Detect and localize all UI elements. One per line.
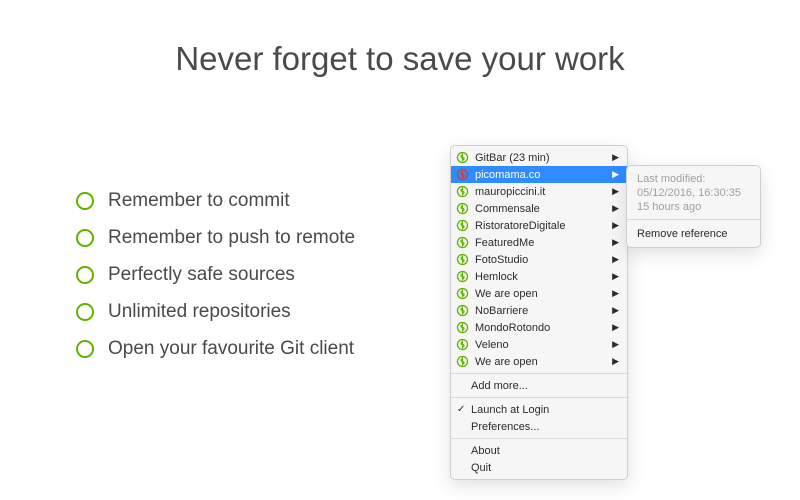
repo-status-icon	[456, 168, 469, 181]
menu-separator	[627, 219, 760, 220]
preferences-item[interactable]: Preferences...	[451, 418, 627, 435]
chevron-right-icon: ▶	[612, 271, 619, 282]
repo-menu-label: Commensale	[475, 203, 612, 215]
page-title: Never forget to save your work	[0, 0, 800, 78]
bullet-icon	[76, 266, 94, 284]
check-icon: ✓	[457, 404, 465, 415]
feature-item: Remember to push to remote	[76, 227, 416, 249]
repo-menu-item[interactable]: We are open▶	[451, 353, 627, 370]
repo-menu: GitBar (23 min)▶ picomama.co▶ mauropicci…	[450, 145, 628, 480]
repo-menu-item[interactable]: Commensale▶	[451, 200, 627, 217]
feature-item: Unlimited repositories	[76, 301, 416, 323]
bullet-icon	[76, 229, 94, 247]
repo-menu-item[interactable]: GitBar (23 min)▶	[451, 149, 627, 166]
repo-menu-item[interactable]: NoBarriere▶	[451, 302, 627, 319]
repo-menu-label: MondoRotondo	[475, 322, 612, 334]
repo-status-icon	[456, 219, 469, 232]
repo-status-icon	[456, 287, 469, 300]
add-more-label: Add more...	[471, 380, 528, 392]
repo-status-icon	[456, 338, 469, 351]
menu-separator	[451, 397, 627, 398]
remove-reference-item[interactable]: Remove reference	[627, 225, 760, 244]
repo-status-icon	[456, 202, 469, 215]
last-modified-timestamp: 05/12/2016, 16:30:35	[627, 186, 760, 200]
repo-status-icon	[456, 236, 469, 249]
last-modified-label: Last modified:	[627, 172, 760, 186]
repo-menu-item[interactable]: picomama.co▶	[451, 166, 627, 183]
repo-menu-label: NoBarriere	[475, 305, 612, 317]
feature-label: Remember to push to remote	[108, 227, 355, 249]
chevron-right-icon: ▶	[612, 339, 619, 350]
preferences-label: Preferences...	[471, 421, 539, 433]
repo-menu-label: picomama.co	[475, 169, 612, 181]
about-item[interactable]: About	[451, 442, 627, 459]
repo-menu-label: Hemlock	[475, 271, 612, 283]
chevron-right-icon: ▶	[612, 237, 619, 248]
repo-menu-label: FotoStudio	[475, 254, 612, 266]
repo-menu-item[interactable]: Veleno▶	[451, 336, 627, 353]
remove-reference-label: Remove reference	[637, 228, 728, 240]
repo-status-icon	[456, 321, 469, 334]
add-more-item[interactable]: Add more...	[451, 377, 627, 394]
repo-menu-label: We are open	[475, 356, 612, 368]
repo-menu-label: mauropiccini.it	[475, 186, 612, 198]
feature-label: Remember to commit	[108, 190, 290, 212]
feature-item: Perfectly safe sources	[76, 264, 416, 286]
repo-status-icon	[456, 304, 469, 317]
quit-label: Quit	[471, 462, 491, 474]
repo-menu-label: Veleno	[475, 339, 612, 351]
repo-menu-item[interactable]: mauropiccini.it▶	[451, 183, 627, 200]
launch-at-login-item[interactable]: ✓ Launch at Login	[451, 401, 627, 418]
feature-label: Unlimited repositories	[108, 301, 291, 323]
about-label: About	[471, 445, 500, 457]
repo-status-icon	[456, 253, 469, 266]
quit-item[interactable]: Quit	[451, 459, 627, 476]
chevron-right-icon: ▶	[612, 305, 619, 316]
repo-menu-item[interactable]: We are open▶	[451, 285, 627, 302]
launch-at-login-label: Launch at Login	[471, 404, 549, 416]
chevron-right-icon: ▶	[612, 220, 619, 231]
chevron-right-icon: ▶	[612, 152, 619, 163]
repo-status-icon	[456, 270, 469, 283]
feature-label: Perfectly safe sources	[108, 264, 295, 286]
feature-list: Remember to commit Remember to push to re…	[76, 190, 416, 375]
chevron-right-icon: ▶	[612, 203, 619, 214]
repo-menu-item[interactable]: Hemlock▶	[451, 268, 627, 285]
repo-menu-item[interactable]: MondoRotondo▶	[451, 319, 627, 336]
menu-separator	[451, 373, 627, 374]
chevron-right-icon: ▶	[612, 169, 619, 180]
feature-item: Remember to commit	[76, 190, 416, 212]
repo-menu-label: RistoratoreDigitale	[475, 220, 612, 232]
bullet-icon	[76, 340, 94, 358]
repo-menu-item[interactable]: FotoStudio▶	[451, 251, 627, 268]
repo-status-icon	[456, 355, 469, 368]
repo-menu-item[interactable]: RistoratoreDigitale▶	[451, 217, 627, 234]
repo-status-icon	[456, 151, 469, 164]
menubar-dropdown: GitBar (23 min)▶ picomama.co▶ mauropicci…	[450, 145, 628, 480]
chevron-right-icon: ▶	[612, 288, 619, 299]
repo-menu-label: FeaturedMe	[475, 237, 612, 249]
menu-separator	[451, 438, 627, 439]
feature-label: Open your favourite Git client	[108, 338, 354, 360]
repo-menu-label: GitBar (23 min)	[475, 152, 612, 164]
repo-menu-label: We are open	[475, 288, 612, 300]
feature-item: Open your favourite Git client	[76, 338, 416, 360]
repo-status-icon	[456, 185, 469, 198]
repo-menu-item[interactable]: FeaturedMe▶	[451, 234, 627, 251]
repo-submenu: Last modified: 05/12/2016, 16:30:35 15 h…	[626, 165, 761, 248]
last-modified-relative: 15 hours ago	[627, 200, 760, 214]
bullet-icon	[76, 192, 94, 210]
chevron-right-icon: ▶	[612, 254, 619, 265]
chevron-right-icon: ▶	[612, 322, 619, 333]
bullet-icon	[76, 303, 94, 321]
chevron-right-icon: ▶	[612, 356, 619, 367]
chevron-right-icon: ▶	[612, 186, 619, 197]
